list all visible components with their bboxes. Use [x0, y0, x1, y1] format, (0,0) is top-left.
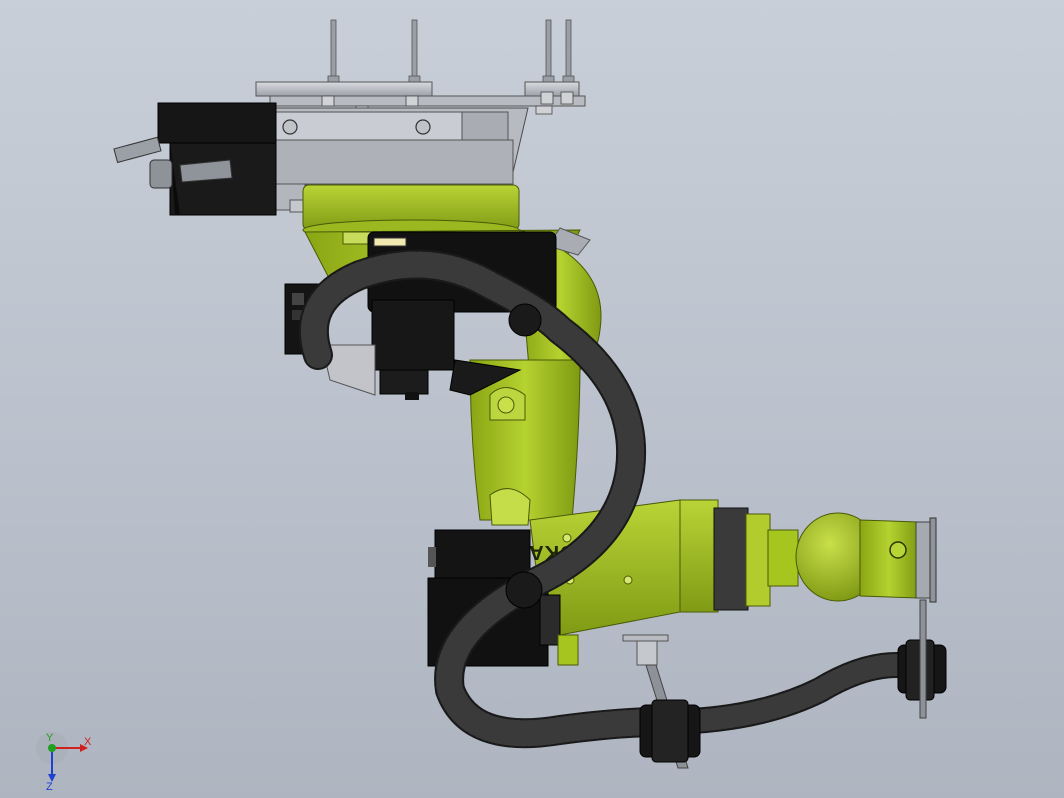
cable-clamp[interactable]	[622, 599, 947, 769]
coordinate-triad: X Y Z	[36, 732, 92, 793]
graphics-viewport[interactable]: KUKA X Y Z	[0, 0, 1064, 798]
robot-arm-model[interactable]: KUKA X Y Z	[0, 0, 1064, 798]
triad-z-label: Z	[46, 781, 53, 793]
servo-motor[interactable]	[113, 102, 277, 216]
robot-forearm[interactable]: KUKA	[528, 499, 937, 636]
mounting-plate[interactable]	[255, 19, 586, 213]
triad-x-label: X	[84, 736, 92, 748]
triad-y-label: Y	[46, 732, 54, 744]
